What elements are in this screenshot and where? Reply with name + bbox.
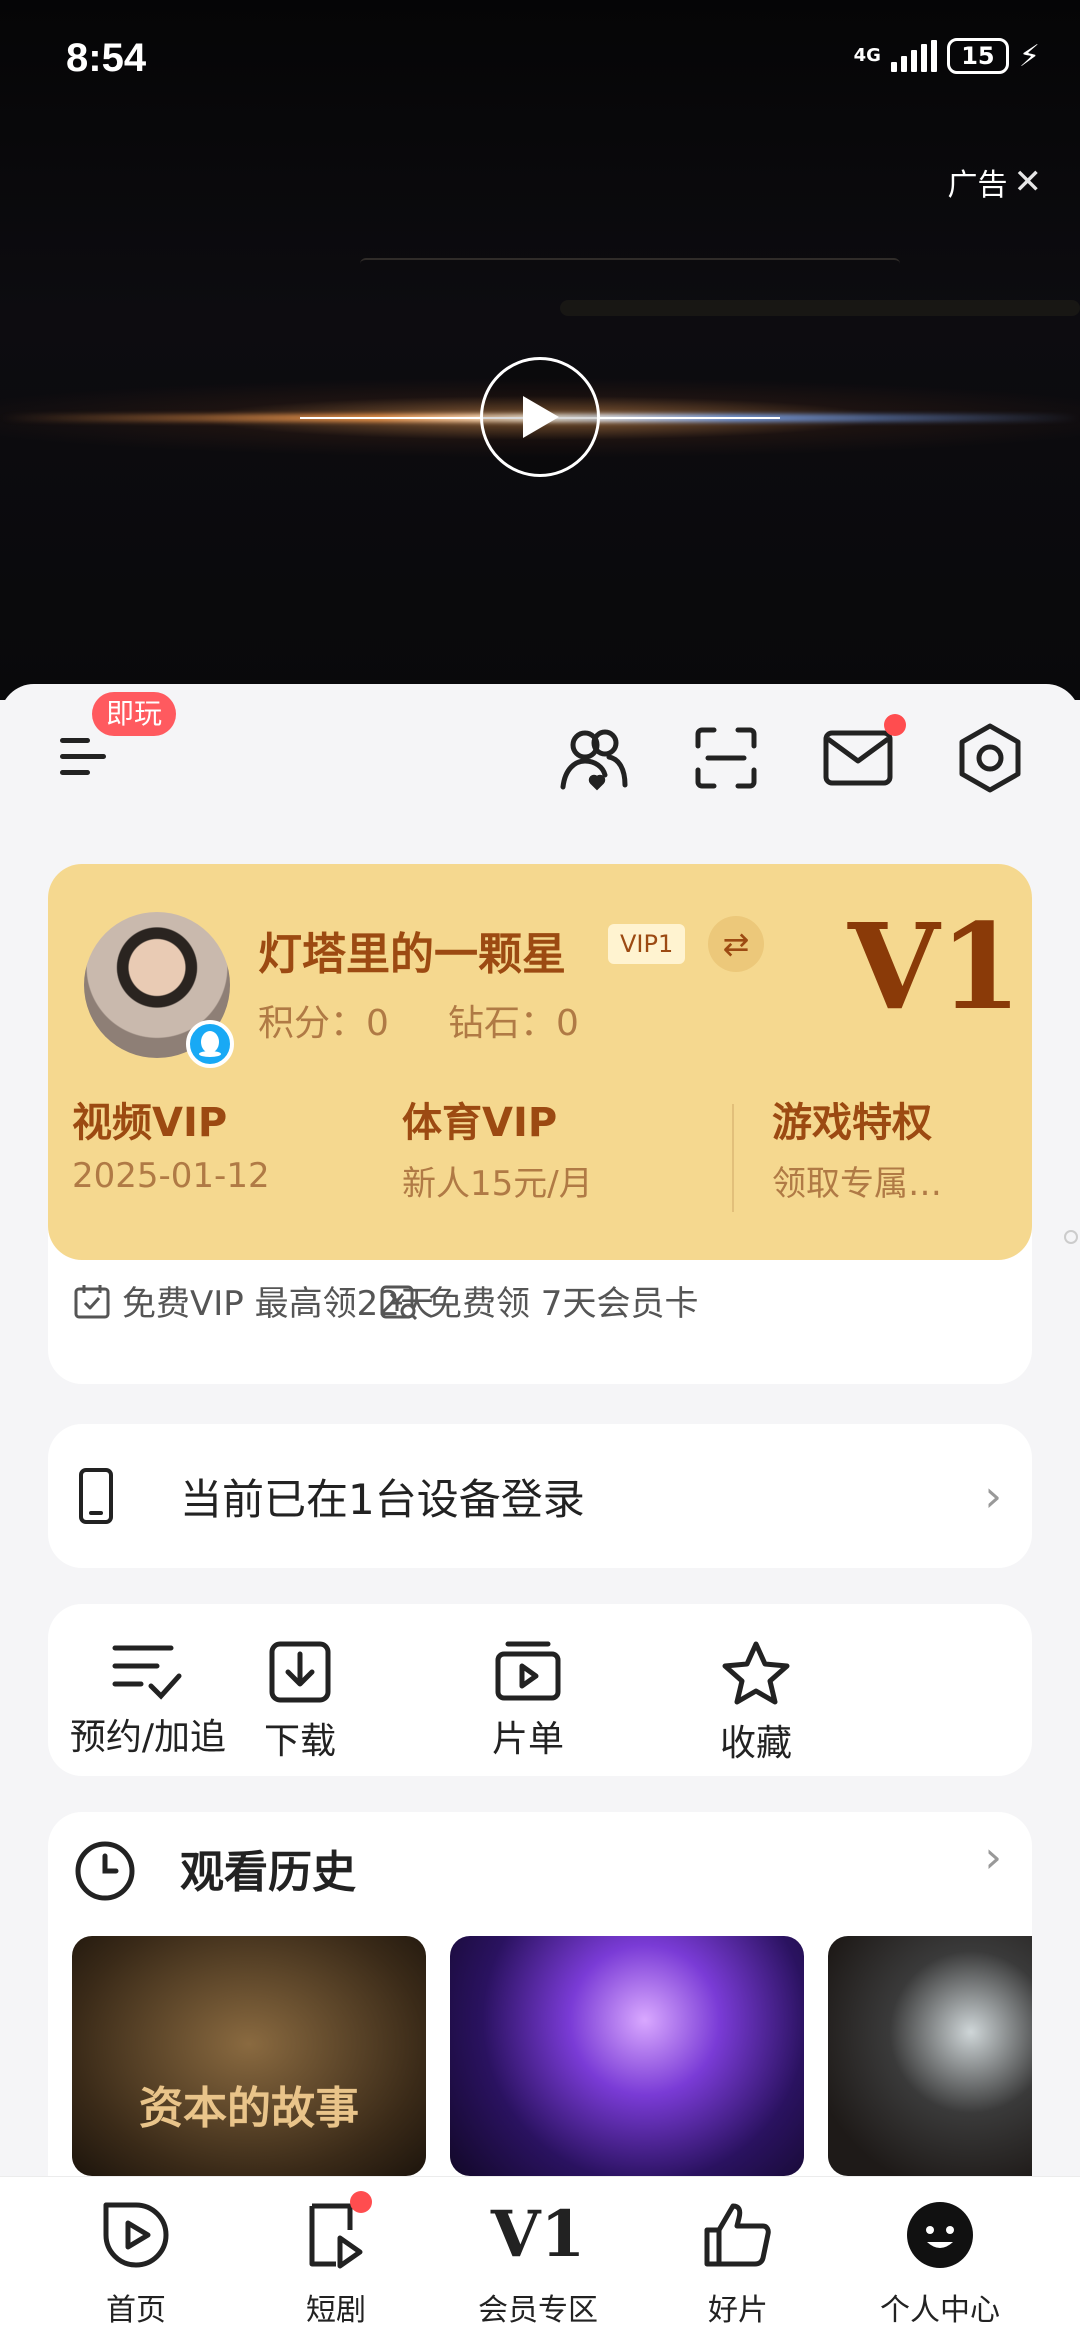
battery-icon: 15 (946, 38, 1009, 74)
thumbs-up-icon (704, 2203, 771, 2267)
chevron-right-icon: › (984, 1470, 1002, 1522)
shortcut-label: 收藏 (719, 1723, 792, 1764)
points-value[interactable]: 积分：0 (258, 994, 389, 1046)
watch-history: 观看历史 › 资本的故事 (48, 1812, 1032, 2232)
ad-visual-shape (560, 300, 1080, 316)
charging-icon: ⚡ (1018, 38, 1040, 74)
star-icon (722, 1641, 790, 1705)
status-indicators: 4G 15 ⚡ (854, 38, 1040, 74)
coupon-search-icon (380, 1285, 418, 1320)
network-type: 4G (853, 45, 881, 66)
calendar-check-icon (74, 1284, 110, 1318)
ad-video-banner[interactable]: 8:54 4G 15 ⚡ 广告 ✕ (0, 0, 1080, 700)
friends-icon (560, 729, 628, 791)
download-icon (269, 1641, 331, 1703)
list-check-icon (112, 1645, 182, 1700)
playlist-icon (495, 1641, 561, 1701)
scan-button[interactable] (686, 718, 766, 798)
notification-dot (884, 714, 906, 736)
play-icon (523, 396, 559, 438)
ad-label: 广告 (947, 168, 1008, 203)
play-button[interactable] (480, 357, 600, 477)
member-card-header[interactable]: 灯塔里的一颗星 VIP1 ⇄ 积分：0 钻石：0 V1 视频VIP 2025-0… (48, 864, 1032, 1260)
status-time: 8:54 (66, 36, 147, 80)
history-item[interactable] (828, 1936, 1032, 2176)
mail-icon (823, 730, 893, 786)
nav-label: 个人中心 (880, 2293, 1000, 2328)
device-login-text: 当前已在1台设备登录 (180, 1474, 585, 1524)
diamonds-value[interactable]: 钻石：0 (448, 994, 579, 1046)
gear-icon (959, 723, 1021, 793)
menu-icon (60, 770, 90, 775)
shortcut-label: 下载 (263, 1721, 336, 1762)
history-item-caption: 资本的故事 (139, 2083, 359, 2134)
perk-title: 游戏特权 (772, 1100, 932, 1146)
perk-subtitle: 2025-01-12 (72, 1156, 270, 1196)
member-level-badge[interactable]: V1 (848, 908, 1022, 1026)
scroll-indicator (1064, 1230, 1078, 1244)
nav-home[interactable]: 首页 (36, 2187, 236, 2329)
perk-title: 体育VIP (402, 1100, 558, 1146)
nav-label: 好片 (708, 2293, 768, 2328)
menu-icon (60, 738, 90, 743)
vip-zone-icon: V1 (490, 2197, 586, 2272)
nav-vip-zone[interactable]: V1 会员专区 (438, 2187, 638, 2329)
perk-sports-vip[interactable]: 体育VIP 新人15元/月 (402, 1090, 593, 1205)
nav-label: 会员专区 (478, 2293, 598, 2328)
status-bar: 8:54 4G 15 ⚡ (0, 0, 1080, 120)
top-toolbar: 即玩 (0, 684, 1080, 814)
close-icon: ✕ (1013, 162, 1043, 202)
perk-title: 视频VIP (72, 1100, 228, 1146)
shortcut-download[interactable]: 下载 (200, 1640, 400, 1764)
clock-icon (75, 1841, 135, 1901)
home-play-icon (103, 2202, 169, 2268)
shortcut-grid: 预约/加追 下载 片单 收藏 (48, 1604, 1032, 1776)
nav-label: 首页 (106, 2293, 166, 2328)
shortcut-playlist[interactable]: 片单 (428, 1640, 628, 1762)
ad-close-button[interactable]: 广告 ✕ (948, 160, 1043, 204)
instant-play-badge[interactable]: 即玩 (92, 692, 177, 736)
menu-button[interactable] (56, 728, 116, 788)
free-card-promo[interactable]: 免费领 7天会员卡 (378, 1276, 698, 1325)
nav-good-films[interactable]: 好片 (638, 2187, 838, 2329)
divider (732, 1104, 734, 1212)
shortcut-label: 片单 (491, 1719, 564, 1760)
shortcut-favorites[interactable]: 收藏 (656, 1640, 856, 1766)
scan-icon (695, 727, 757, 789)
bottom-nav: 首页 短剧 V1 会员专区 好片 个人中心 (0, 2176, 1080, 2340)
friends-button[interactable] (554, 718, 634, 798)
profile-sheet: 即玩 灯塔里的一颗星 VIP1 ⇄ 积分：0 钻石：0 V1 视频VIP 202… (0, 684, 1080, 2232)
ad-visual-shape (360, 258, 900, 288)
qq-login-icon (186, 1020, 234, 1068)
history-item[interactable] (450, 1936, 804, 2176)
profile-icon (907, 2202, 973, 2268)
member-card: 灯塔里的一颗星 VIP1 ⇄ 积分：0 钻石：0 V1 视频VIP 2025-0… (48, 864, 1032, 1384)
username[interactable]: 灯塔里的一颗星 (258, 918, 566, 982)
chevron-right-icon[interactable]: › (984, 1832, 1002, 1883)
menu-icon (60, 754, 106, 759)
perk-video-vip[interactable]: 视频VIP 2025-01-12 (72, 1090, 270, 1196)
promo-text: 免费领 7天会员卡 (428, 1284, 699, 1324)
perk-game-privilege[interactable]: 游戏特权 领取专属… (772, 1090, 942, 1205)
nav-profile[interactable]: 个人中心 (840, 2187, 1040, 2329)
device-login-row[interactable]: 当前已在1台设备登录 › (48, 1424, 1032, 1568)
switch-account-button[interactable]: ⇄ (708, 916, 764, 972)
nav-short-drama[interactable]: 短剧 (236, 2187, 436, 2329)
vip-level-tag: VIP1 (608, 924, 686, 964)
history-title[interactable]: 观看历史 (180, 1836, 356, 1900)
perk-subtitle: 新人15元/月 (402, 1164, 593, 1204)
nav-label: 短剧 (306, 2293, 366, 2328)
phone-icon (79, 1468, 113, 1524)
history-item[interactable]: 资本的故事 (72, 1936, 426, 2176)
settings-button[interactable] (950, 718, 1030, 798)
signal-icon (890, 40, 937, 72)
perk-subtitle: 领取专属… (772, 1164, 942, 1204)
messages-button[interactable] (818, 714, 906, 798)
notification-dot (350, 2191, 372, 2213)
